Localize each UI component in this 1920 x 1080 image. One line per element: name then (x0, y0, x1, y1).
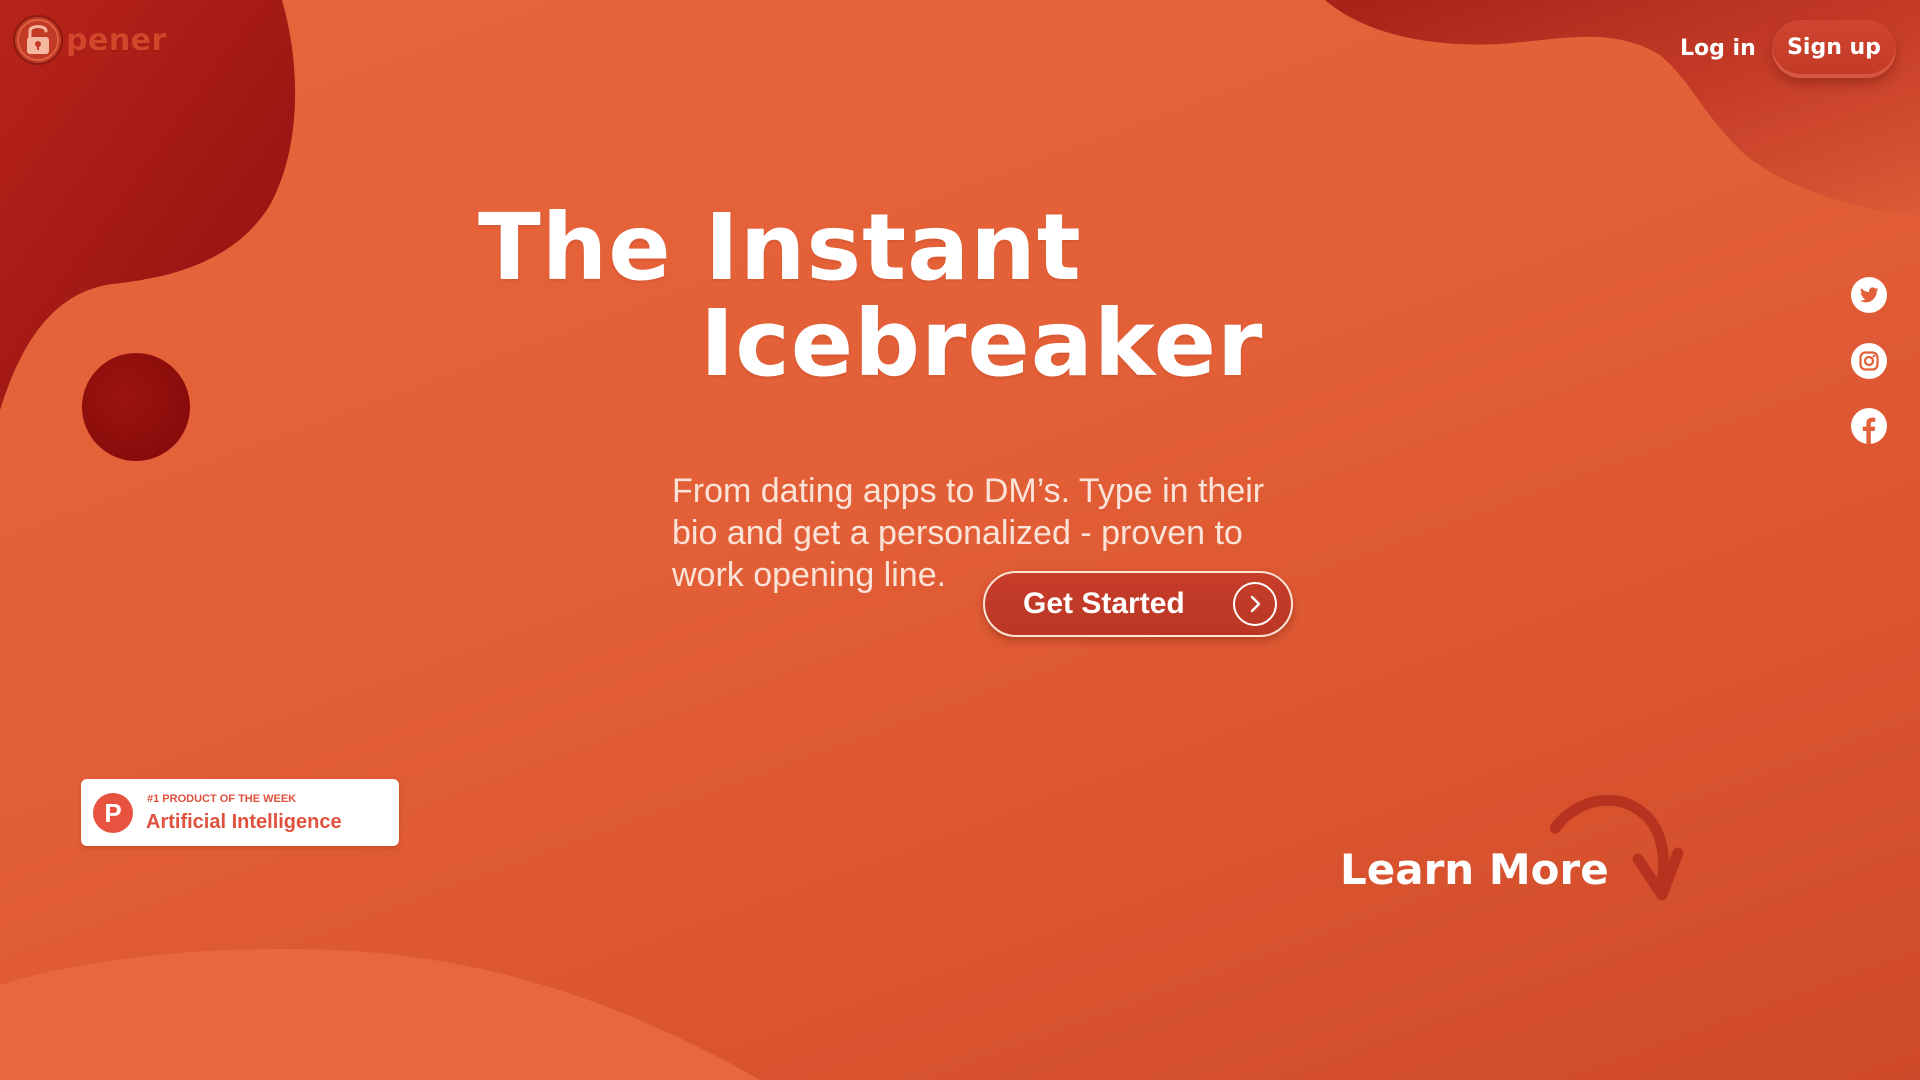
facebook-icon (1851, 408, 1887, 444)
product-badge-kicker: #1 PRODUCT OF THE WEEK (147, 793, 297, 805)
curved-arrow-down-icon (1550, 795, 1684, 901)
product-badge-logo: P (93, 793, 133, 833)
hero-title-line-2: Icebreaker (700, 290, 1264, 397)
decor-circle (82, 353, 190, 461)
get-started-label: Get Started (1023, 587, 1185, 620)
twitter-icon (1851, 277, 1887, 313)
chevron-right-icon (1233, 582, 1277, 626)
instagram-link[interactable] (1850, 342, 1888, 380)
logo-text: pener (66, 22, 167, 58)
twitter-link[interactable] (1850, 276, 1888, 314)
brand-logo[interactable]: pener (12, 14, 167, 66)
product-badge[interactable]: P #1 PRODUCT OF THE WEEK Artificial Inte… (81, 779, 399, 846)
instagram-icon (1851, 343, 1887, 379)
signup-button[interactable]: Sign up (1772, 20, 1896, 78)
get-started-button[interactable]: Get Started (983, 571, 1293, 637)
signup-label: Sign up (1787, 34, 1881, 60)
product-badge-title: Artificial Intelligence (146, 811, 342, 833)
wave-bottom (0, 949, 760, 1080)
padlock-icon (13, 15, 63, 65)
facebook-link[interactable] (1850, 407, 1888, 445)
login-link[interactable]: Log in (1680, 36, 1756, 61)
hero-title-line-1: The Instant (478, 194, 1082, 301)
